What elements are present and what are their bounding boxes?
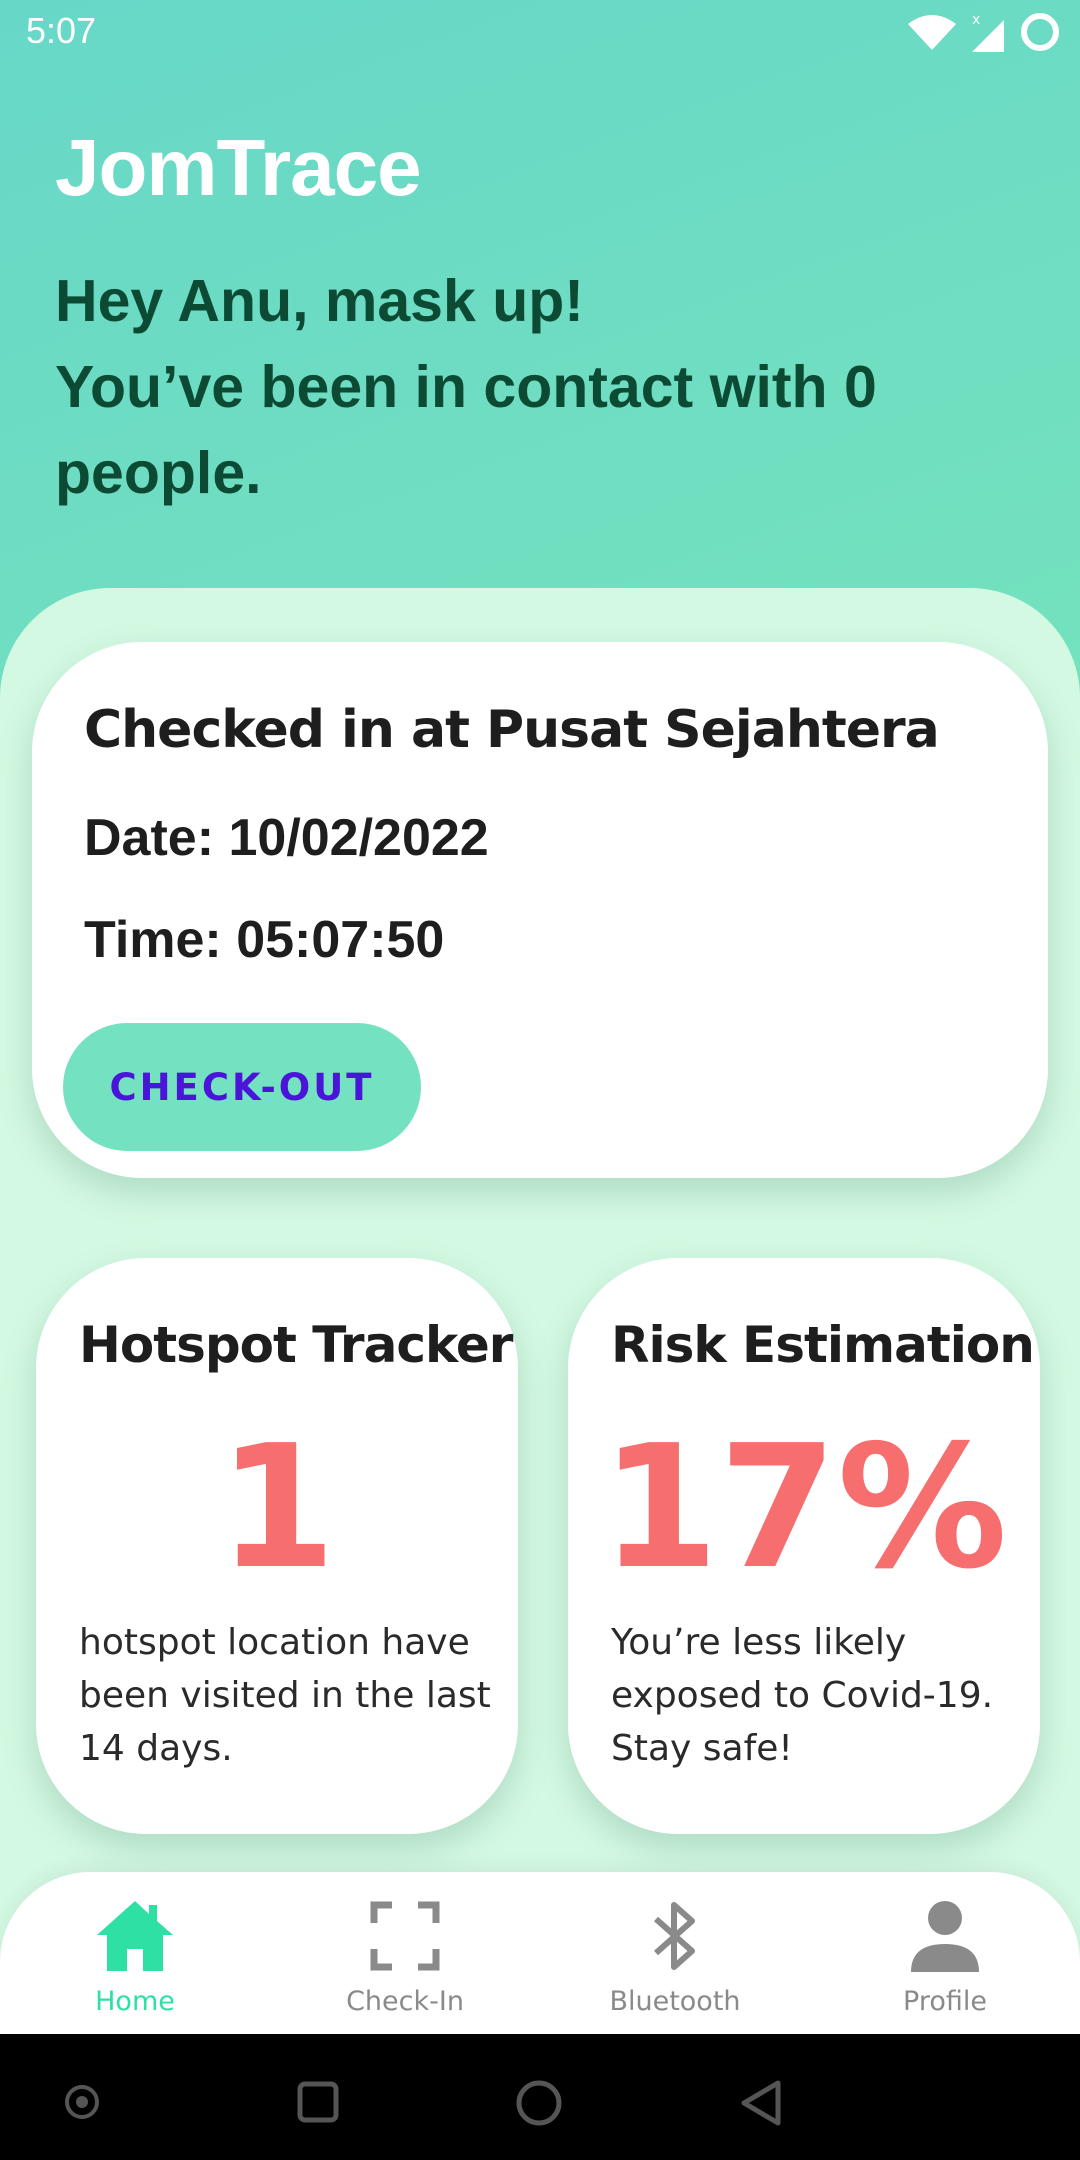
system-navigation-bar xyxy=(0,2034,1080,2160)
home-icon xyxy=(95,1896,175,1976)
nav-item-bluetooth[interactable]: Bluetooth xyxy=(540,1872,810,2034)
nav-label-check-in: Check-In xyxy=(346,1986,464,2017)
status-bar: 5:07 x xyxy=(0,0,1080,64)
checkin-time: Time: 05:07:50 xyxy=(84,911,445,969)
person-icon xyxy=(909,1896,981,1976)
bottom-navigation: Home Check-In Bluetooth Profile xyxy=(0,1872,1080,2034)
greeting-message: Hey Anu, mask up! You’ve been in contact… xyxy=(55,258,1015,516)
signal-icon: x xyxy=(968,10,1008,54)
recent-dot-icon[interactable] xyxy=(60,2080,104,2129)
nav-item-check-in[interactable]: Check-In xyxy=(270,1872,540,2034)
greeting-line-1: Hey Anu, mask up! xyxy=(55,268,584,334)
back-triangle-icon[interactable] xyxy=(736,2078,786,2133)
checkin-location: Checked in at Pusat Sejahtera xyxy=(84,700,940,760)
nav-label-bluetooth: Bluetooth xyxy=(609,1986,741,2017)
nav-label-profile: Profile xyxy=(903,1986,987,2017)
home-circle-icon[interactable] xyxy=(514,2078,564,2133)
battery-icon xyxy=(1018,10,1062,54)
app-title: JomTrace xyxy=(55,123,422,212)
hotspot-description: hotspot location have been visited in th… xyxy=(79,1622,491,1769)
hotspot-count: 1 xyxy=(217,1409,337,1607)
status-time: 5:07 xyxy=(26,10,97,51)
risk-estimation-card[interactable]: Risk Estimation 17% You’re less likely e… xyxy=(568,1258,1040,1834)
wifi-icon xyxy=(906,12,958,52)
nav-item-home[interactable]: Home xyxy=(0,1872,270,2034)
nav-label-home: Home xyxy=(95,1986,175,2017)
nav-item-profile[interactable]: Profile xyxy=(810,1872,1080,2034)
checkin-date: Date: 10/02/2022 xyxy=(84,809,489,867)
checkout-button[interactable]: CHECK-OUT xyxy=(63,1023,421,1151)
status-icons: x xyxy=(906,8,1062,56)
hotspot-title: Hotspot Tracker xyxy=(79,1316,513,1374)
greeting-line-2: You’ve been in contact with 0 people. xyxy=(55,354,877,506)
svg-text:x: x xyxy=(972,12,980,28)
risk-title: Risk Estimation xyxy=(611,1316,1035,1374)
bluetooth-icon xyxy=(650,1896,700,1976)
risk-percentage: 17% xyxy=(600,1409,1008,1607)
hotspot-tracker-card[interactable]: Hotspot Tracker 1 hotspot location have … xyxy=(36,1258,518,1834)
risk-description: You’re less likely exposed to Covid-19. … xyxy=(611,1622,994,1769)
scan-icon xyxy=(370,1896,440,1976)
overview-square-icon[interactable] xyxy=(296,2080,340,2129)
checkin-card: Checked in at Pusat Sejahtera Date: 10/0… xyxy=(32,642,1048,1178)
app-screen: 5:07 x JomTrace Hey Anu, mask up! You’ve… xyxy=(0,0,1080,2034)
